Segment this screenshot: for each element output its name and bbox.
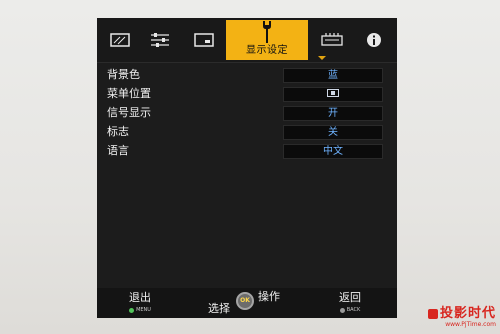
setting-label: 信号显示 [107, 106, 151, 119]
setting-label: 菜单位置 [107, 87, 151, 100]
tab-adjust[interactable] [145, 22, 175, 58]
connector-icon [321, 33, 343, 46]
watermark-brand: 投影时代 [439, 306, 496, 321]
setting-row-signal-display[interactable]: 信号显示 开 [97, 104, 397, 123]
back-key: BACK [346, 307, 361, 313]
exit-label: 退出 [129, 291, 151, 304]
menu-position-icon [327, 89, 339, 97]
back-label: 返回 [339, 291, 361, 304]
menu-button-icon [129, 308, 135, 313]
tab-display-settings[interactable]: 显示设定 [226, 20, 308, 60]
sliders-icon [151, 33, 169, 47]
watermark-logo: 投影时代 www.PjTime.com [427, 306, 496, 328]
osd-menu-panel: 显示设定 背景色 蓝 菜单位置 信号显示 开 标志 关 语言 中文 退出 MEN… [97, 18, 397, 318]
setting-value[interactable]: 蓝 [283, 68, 383, 83]
brand-mark-icon [427, 308, 438, 319]
settings-list: 背景色 蓝 菜单位置 信号显示 开 标志 关 语言 中文 [97, 66, 397, 161]
select-label: 选择 [208, 302, 230, 315]
operate-hint: 操作 [255, 290, 283, 303]
operate-label: 操作 [258, 290, 280, 303]
setting-row-background-color[interactable]: 背景色 蓝 [97, 66, 397, 85]
menu-tab-bar: 显示设定 [97, 18, 397, 63]
ok-button-icon[interactable]: OK [236, 292, 254, 310]
tab-picture[interactable] [105, 22, 135, 58]
back-button-icon [339, 308, 345, 313]
back-hint[interactable]: 返回 BACK [335, 291, 365, 317]
select-hint: 选择 [205, 302, 233, 315]
exit-key: MENU [136, 307, 151, 313]
exit-hint[interactable]: 退出 MENU [125, 291, 155, 317]
tab-display[interactable] [189, 22, 219, 58]
setting-label: 标志 [107, 125, 129, 138]
setting-label: 语言 [107, 144, 129, 157]
setting-value[interactable]: 开 [283, 106, 383, 121]
tab-info[interactable] [359, 22, 389, 58]
setting-value[interactable]: 中文 [283, 144, 383, 159]
wrench-icon [263, 21, 271, 43]
setting-row-language[interactable]: 语言 中文 [97, 142, 397, 161]
setting-row-menu-position[interactable]: 菜单位置 [97, 85, 397, 104]
setting-value[interactable] [283, 87, 383, 102]
setting-value[interactable]: 关 [283, 125, 383, 140]
setting-row-logo[interactable]: 标志 关 [97, 123, 397, 142]
watermark-url: www.PjTime.com [445, 321, 496, 328]
tab-label: 显示设定 [246, 45, 288, 56]
info-icon [367, 33, 381, 47]
picture-icon [110, 33, 130, 47]
display-icon [194, 33, 214, 47]
setting-label: 背景色 [107, 68, 140, 81]
tab-connection[interactable] [317, 22, 347, 58]
